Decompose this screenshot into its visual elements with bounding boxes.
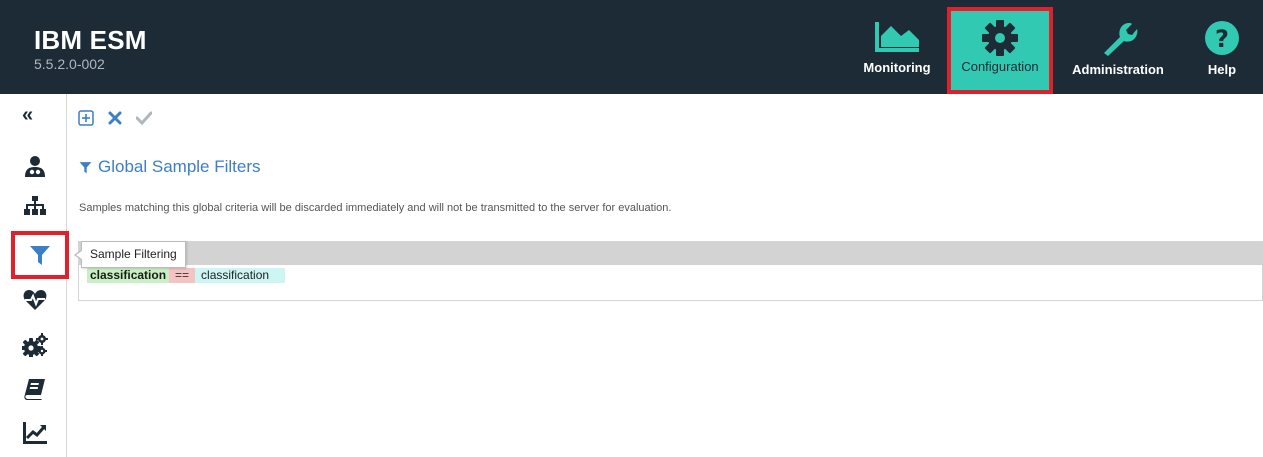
filter-expression[interactable]: classification == classification xyxy=(87,268,286,283)
plus-square-icon xyxy=(78,110,94,126)
nav-administration[interactable]: Administration xyxy=(1063,8,1173,90)
page-title: Global Sample Filters xyxy=(79,157,261,177)
rail-item-agents[interactable] xyxy=(13,146,57,186)
rail-item-reports[interactable] xyxy=(13,413,57,453)
brand: IBM ESM 5.5.2.0-002 xyxy=(34,26,147,72)
book-icon xyxy=(24,379,45,400)
page-title-text: Global Sample Filters xyxy=(98,157,261,176)
save-button[interactable] xyxy=(136,111,152,125)
sample-filtering-tooltip: Sample Filtering xyxy=(74,241,186,268)
check-icon xyxy=(136,111,152,125)
nav-help[interactable]: ? Help xyxy=(1190,8,1254,90)
area-chart-icon xyxy=(875,22,919,52)
filter-operator-token[interactable]: == xyxy=(169,268,196,283)
nav-administration-label: Administration xyxy=(1072,62,1164,77)
brand-version: 5.5.2.0-002 xyxy=(34,56,105,72)
brand-title: IBM ESM xyxy=(34,25,147,55)
close-icon xyxy=(108,111,122,125)
filter-field-token[interactable]: classification xyxy=(87,268,170,283)
line-chart-icon xyxy=(23,422,47,444)
heartbeat-icon xyxy=(23,290,47,310)
svg-text:?: ? xyxy=(1215,25,1229,53)
top-header: IBM ESM 5.5.2.0-002 Monitoring Configura… xyxy=(0,0,1263,94)
toolbar xyxy=(78,108,152,128)
filter-value-token[interactable]: classification xyxy=(195,268,286,283)
rail-item-sample-filtering[interactable] xyxy=(11,231,69,279)
rail-item-health[interactable] xyxy=(13,280,57,320)
discard-button[interactable] xyxy=(108,111,122,125)
collapse-sidebar-button[interactable]: « xyxy=(22,104,33,127)
user-doctor-icon xyxy=(25,156,45,177)
rail-item-documentation[interactable] xyxy=(13,369,57,409)
nav-configuration[interactable]: Configuration xyxy=(947,7,1053,94)
help-circle-icon: ? xyxy=(1205,21,1239,55)
add-filter-button[interactable] xyxy=(78,110,94,126)
rail-item-topology[interactable] xyxy=(13,186,57,226)
filter-icon xyxy=(30,246,50,265)
wrench-icon xyxy=(1104,23,1138,56)
page-description: Samples matching this global criteria wi… xyxy=(79,202,672,214)
nav-monitoring-label: Monitoring xyxy=(863,60,931,75)
filter-editor[interactable]: classification == classification xyxy=(78,241,1263,301)
nav-monitoring[interactable]: Monitoring xyxy=(857,8,937,90)
cogs-icon xyxy=(22,333,48,357)
filter-icon xyxy=(79,161,92,173)
sitemap-icon xyxy=(24,196,46,215)
nav-configuration-label: Configuration xyxy=(961,59,1039,74)
nav-help-label: Help xyxy=(1207,62,1237,77)
rail-item-settings[interactable] xyxy=(13,325,57,365)
filter-editor-header xyxy=(79,242,1262,265)
gear-icon xyxy=(982,20,1018,56)
